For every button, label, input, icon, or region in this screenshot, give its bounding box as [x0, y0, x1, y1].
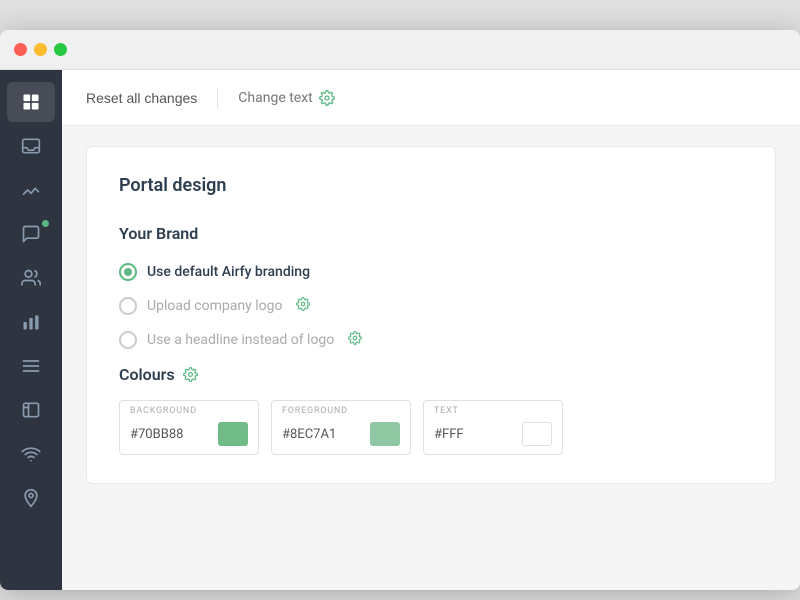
text-colour-field[interactable]: TEXT #FFF	[423, 400, 563, 455]
background-value: #70BB88	[130, 427, 210, 442]
maximize-button[interactable]	[54, 43, 67, 56]
radio-default-branding[interactable]: Use default Airfy branding	[119, 263, 743, 281]
title-bar	[0, 30, 800, 70]
messages-badge	[42, 220, 49, 227]
sidebar-item-list[interactable]	[7, 346, 55, 386]
list-icon	[21, 356, 41, 376]
card-title: Portal design	[119, 175, 743, 196]
foreground-swatch[interactable]	[370, 422, 400, 446]
toolbar: Reset all changes Change text	[62, 70, 800, 126]
background-swatch[interactable]	[218, 422, 248, 446]
text-swatch[interactable]	[522, 422, 552, 446]
radio-headline-label: Use a headline instead of logo	[147, 332, 334, 348]
brand-section-title: Your Brand	[119, 224, 743, 243]
radio-headline[interactable]: Use a headline instead of logo	[119, 331, 743, 349]
portal-design-card: Portal design Your Brand Use default Air…	[86, 146, 776, 484]
main-layout: Reset all changes Change text Portal des…	[0, 70, 800, 590]
foreground-field-row: #8EC7A1	[272, 418, 410, 454]
radio-upload-logo[interactable]: Upload company logo	[119, 297, 743, 315]
panel: Portal design Your Brand Use default Air…	[62, 126, 800, 590]
text-value: #FFF	[434, 427, 514, 442]
toolbar-divider	[217, 88, 218, 108]
bar-chart-icon	[21, 312, 41, 332]
minimize-button[interactable]	[34, 43, 47, 56]
users-icon	[21, 268, 41, 288]
change-text-label: Change text	[238, 90, 312, 106]
sidebar-item-analytics[interactable]	[7, 170, 55, 210]
app-window: Reset all changes Change text Portal des…	[0, 30, 800, 590]
chart-line-icon	[21, 180, 41, 200]
traffic-lights	[14, 43, 67, 56]
content-area: Reset all changes Change text Portal des…	[62, 70, 800, 590]
radio-default-branding-label: Use default Airfy branding	[147, 264, 310, 280]
text-label: TEXT	[424, 401, 562, 418]
radio-default-branding-circle	[119, 263, 137, 281]
reset-changes-button[interactable]: Reset all changes	[86, 86, 197, 110]
background-label: BACKGROUND	[120, 401, 258, 418]
sidebar-item-inbox[interactable]	[7, 126, 55, 166]
change-text-button[interactable]: Change text	[238, 90, 334, 106]
location-pin-icon	[21, 488, 41, 508]
colour-inputs: BACKGROUND #70BB88 FOREGROUND #8EC7A1	[119, 400, 743, 455]
radio-headline-circle	[119, 331, 137, 349]
colours-gear-icon[interactable]	[183, 367, 198, 382]
colours-header: Colours	[119, 365, 743, 384]
colours-title: Colours	[119, 365, 175, 384]
grid-icon	[21, 92, 41, 112]
foreground-colour-field[interactable]: FOREGROUND #8EC7A1	[271, 400, 411, 455]
sidebar-item-reports[interactable]	[7, 302, 55, 342]
background-colour-field[interactable]: BACKGROUND #70BB88	[119, 400, 259, 455]
close-button[interactable]	[14, 43, 27, 56]
upload-logo-gear-icon	[296, 297, 310, 315]
sidebar-item-wifi[interactable]	[7, 434, 55, 474]
sidebar-item-location[interactable]	[7, 478, 55, 518]
portal-icon	[21, 400, 41, 420]
sidebar-item-portal[interactable]	[7, 390, 55, 430]
headline-gear-icon	[348, 331, 362, 349]
sidebar-item-contacts[interactable]	[7, 258, 55, 298]
sidebar-item-messages[interactable]	[7, 214, 55, 254]
chat-icon	[21, 224, 41, 244]
inbox-icon	[21, 136, 41, 156]
sidebar-item-dashboard[interactable]	[7, 82, 55, 122]
foreground-value: #8EC7A1	[282, 427, 362, 442]
background-field-row: #70BB88	[120, 418, 258, 454]
change-text-gear-icon	[319, 90, 335, 106]
text-field-row: #FFF	[424, 418, 562, 454]
foreground-label: FOREGROUND	[272, 401, 410, 418]
sidebar	[0, 70, 62, 590]
radio-upload-logo-circle	[119, 297, 137, 315]
wifi-icon	[21, 444, 41, 464]
radio-upload-logo-label: Upload company logo	[147, 298, 282, 314]
